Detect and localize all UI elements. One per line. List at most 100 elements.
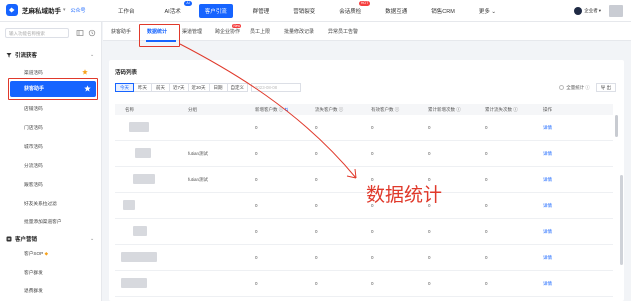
col-valid-customers[interactable]: 有效客户数 ⓘ: [371, 107, 399, 113]
user-avatar-icon: [574, 7, 583, 15]
sub-tabs: 获客助手 数据统计 渠道管理 跨企业协作 New 员工上限 批量修改记录 异常员…: [103, 22, 631, 41]
brand-logo-icon: [6, 4, 18, 16]
avatar[interactable]: [609, 5, 623, 17]
help-icon: ⓘ: [513, 107, 518, 112]
detail-link[interactable]: 详情: [543, 151, 552, 157]
sidebar-item-shop-code[interactable]: 门店活码: [24, 125, 43, 131]
col-name: 名称: [125, 107, 134, 112]
sidebar-item-customer-sop[interactable]: 客户SOP ◆: [24, 251, 48, 257]
total-stats-radio[interactable]: [559, 85, 565, 90]
help-icon: ⓘ: [394, 107, 400, 112]
brand-sub-link[interactable]: 公众号: [71, 7, 86, 14]
table-row: 0 0 0 0 0 详情: [115, 245, 613, 271]
fire-icon: ◆: [44, 251, 49, 256]
brand-name: 芝麻私域助手: [22, 8, 61, 15]
tab-batch-edit-log[interactable]: 批量修改记录: [284, 28, 314, 35]
sidebar-item-friend-filter[interactable]: 好友关系拉过滤: [24, 201, 57, 207]
sidebar-item-customer-broadcast[interactable]: 客户群发: [24, 270, 43, 276]
user-chip[interactable]: 企业者 ▾: [574, 7, 601, 15]
col-new-customers[interactable]: 新增客户数 ⓘ ⇅: [255, 107, 288, 113]
col-total-added[interactable]: 累计新增次数 ⓘ: [428, 107, 461, 113]
detail-link[interactable]: 详情: [543, 281, 552, 287]
top-nav: 工作台 AI活术 AI 客户引流 群管理 营销裂变 会话质检 HOT 数据互通 销售…: [112, 0, 502, 22]
table-row: 0 0 0 0 0 详情: [115, 219, 613, 245]
col-total-lost[interactable]: 累计流失次数 ⓘ: [485, 107, 518, 113]
topnav-more[interactable]: 更多 ⌄: [473, 4, 502, 18]
filter-7-days[interactable]: 近7天: [169, 83, 189, 92]
col-group: 分组: [188, 107, 197, 112]
help-icon[interactable]: ⓘ: [585, 85, 590, 91]
sidebar-item-split-code[interactable]: 分流活码: [24, 163, 43, 169]
table-row: 0 0 0 0 0 详情: [115, 271, 613, 297]
chevron-down-icon[interactable]: ▾: [63, 7, 66, 13]
sidebar-item-follow-code[interactable]: 跟客活码: [24, 182, 43, 188]
topnav-group-manage[interactable]: 群管理: [247, 4, 276, 18]
sidebar-group-marketing[interactable]: 客户营销 ⌄: [6, 235, 94, 243]
detail-link[interactable]: 详情: [543, 125, 552, 131]
help-icon: ⓘ: [278, 107, 284, 112]
filter-yesterday[interactable]: 昨天: [133, 83, 152, 92]
tab-acquisition-assistant[interactable]: 获客助手: [111, 28, 131, 35]
sidebar-item-store-code[interactable]: 店铺活码: [24, 106, 43, 112]
tab-channel-manage[interactable]: 渠道管理: [182, 28, 202, 35]
col-actions: 操作: [543, 107, 552, 112]
sidebar: 输入功能名称搜索 引流获客 ⌄ 渠道活码 获客助手 店铺活码 门店活码 城市活码…: [0, 22, 102, 301]
history-icon[interactable]: [88, 29, 96, 37]
topnav-data-sync[interactable]: 数据互通: [379, 4, 413, 18]
panel-actions: 全量统计 ⓘ 导 出: [559, 83, 616, 92]
star-icon[interactable]: [82, 69, 88, 75]
sidebar-item-batch-add[interactable]: 批量添加渠道客户: [24, 219, 62, 225]
row-name-redacted: [135, 148, 151, 158]
page-scrollbar[interactable]: [620, 175, 623, 265]
sidebar-group-acquisition[interactable]: 引流获客 ⌄: [6, 51, 94, 59]
row-name-redacted: [121, 278, 147, 288]
sort-icon: ⇅: [284, 107, 289, 112]
date-range-input[interactable]: 2023-08-08: [251, 83, 302, 92]
help-icon: ⓘ: [338, 107, 344, 112]
marketing-icon: [6, 236, 12, 242]
table-row: futian测试 0 0 0 0 0 详情: [115, 141, 613, 167]
sidebar-search-input[interactable]: 输入功能名称搜索: [5, 28, 69, 38]
filter-date[interactable]: 日期: [208, 83, 228, 92]
top-bar: 芝麻私域助手 ▾ 公众号 工作台 AI活术 AI 客户引流 群管理 营销裂变 会话…: [0, 0, 631, 22]
detail-link[interactable]: 详情: [543, 177, 552, 183]
tab-data-statistics[interactable]: 数据统计: [147, 28, 167, 35]
brand-logo[interactable]: 芝麻私域助手 ▾ 公众号: [6, 4, 86, 16]
table-scrollbar[interactable]: [615, 115, 618, 137]
sidebar-item-acquisition-assistant[interactable]: 获客助手: [10, 81, 96, 97]
new-badge: New: [232, 24, 242, 28]
export-button[interactable]: 导 出: [595, 83, 616, 92]
filter-today[interactable]: 今天: [115, 83, 134, 92]
col-lost-customers[interactable]: 流失客户数 ⓘ: [315, 107, 343, 113]
date-filter-group: 今天 昨天 前天 近7天 近30天 日期 自定义 2023-08-08: [115, 83, 302, 92]
panel-title: 活码列表: [115, 70, 138, 76]
detail-link[interactable]: 详情: [543, 203, 552, 209]
topnav-ai[interactable]: AI活术 AI: [159, 1, 192, 18]
table-row: 0 0 0 0 0 详情: [115, 193, 613, 219]
sidebar-item-city-code[interactable]: 城市活码: [24, 144, 43, 150]
table-row: 0 0 0 0 0 详情: [115, 115, 613, 141]
tab-abnormal-alert[interactable]: 异常员工告警: [328, 28, 358, 35]
chevron-down-icon: ▾: [598, 8, 601, 13]
topnav-quality[interactable]: 会话质检 HOT: [333, 1, 371, 18]
tab-cross-enterprise[interactable]: 跨企业协作: [215, 28, 240, 35]
filter-30-days[interactable]: 近30天: [187, 83, 210, 92]
topnav-workbench[interactable]: 工作台: [112, 4, 141, 18]
star-icon[interactable]: [84, 85, 91, 92]
filter-custom[interactable]: 自定义: [226, 83, 249, 92]
sidebar-item-refund-broadcast[interactable]: 退费群发: [24, 288, 43, 294]
filter-day-before[interactable]: 前天: [151, 83, 170, 92]
topnav-crm[interactable]: 销售CRM: [425, 4, 461, 18]
detail-link[interactable]: 详情: [543, 229, 552, 235]
ai-badge: AI: [184, 1, 192, 6]
user-label: 企业者: [584, 8, 598, 13]
row-name-redacted: [133, 174, 155, 184]
detail-link[interactable]: 详情: [543, 255, 552, 261]
tab-staff-limit[interactable]: 员工上限: [250, 28, 270, 35]
table-header: 名称 分组 新增客户数 ⓘ ⇅ 流失客户数 ⓘ 有效客户数 ⓘ 累计新增次数 ⓘ…: [115, 104, 613, 115]
topnav-customer-acquisition[interactable]: 客户引流: [198, 4, 233, 18]
user-area[interactable]: 企业者 ▾: [574, 5, 623, 17]
sidebar-item-channel-code[interactable]: 渠道活码: [24, 70, 43, 76]
topnav-marketing[interactable]: 营销裂变: [287, 4, 321, 18]
collapse-icon[interactable]: [76, 29, 84, 37]
